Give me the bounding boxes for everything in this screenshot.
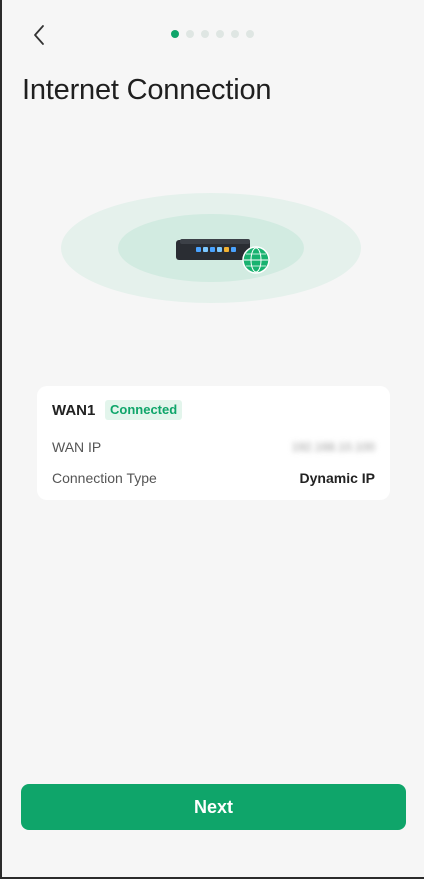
frame-left-edge [0,0,2,879]
connection-type-label: Connection Type [52,470,157,486]
step-dot [216,30,224,38]
status-badge: Connected [105,400,183,420]
back-button[interactable] [24,20,54,50]
step-indicator [171,30,254,38]
next-button[interactable]: Next [21,784,406,830]
step-dot [201,30,209,38]
step-dot [231,30,239,38]
page-title: Internet Connection [22,74,272,106]
chevron-left-icon [34,25,44,45]
wan-ip-label: WAN IP [52,439,102,455]
wan-ip-value: 192.168.10.100 [291,440,375,454]
step-dot-active [171,30,179,38]
globe-icon [242,246,270,274]
step-dot [186,30,194,38]
step-dot [246,30,254,38]
connection-type-value: Dynamic IP [299,470,375,486]
router-icon [176,239,250,260]
wan-status-card: WAN1 Connected WAN IP 192.168.10.100 Con… [37,386,390,500]
wan-name: WAN1 [52,402,96,419]
connection-illustration [61,193,361,303]
